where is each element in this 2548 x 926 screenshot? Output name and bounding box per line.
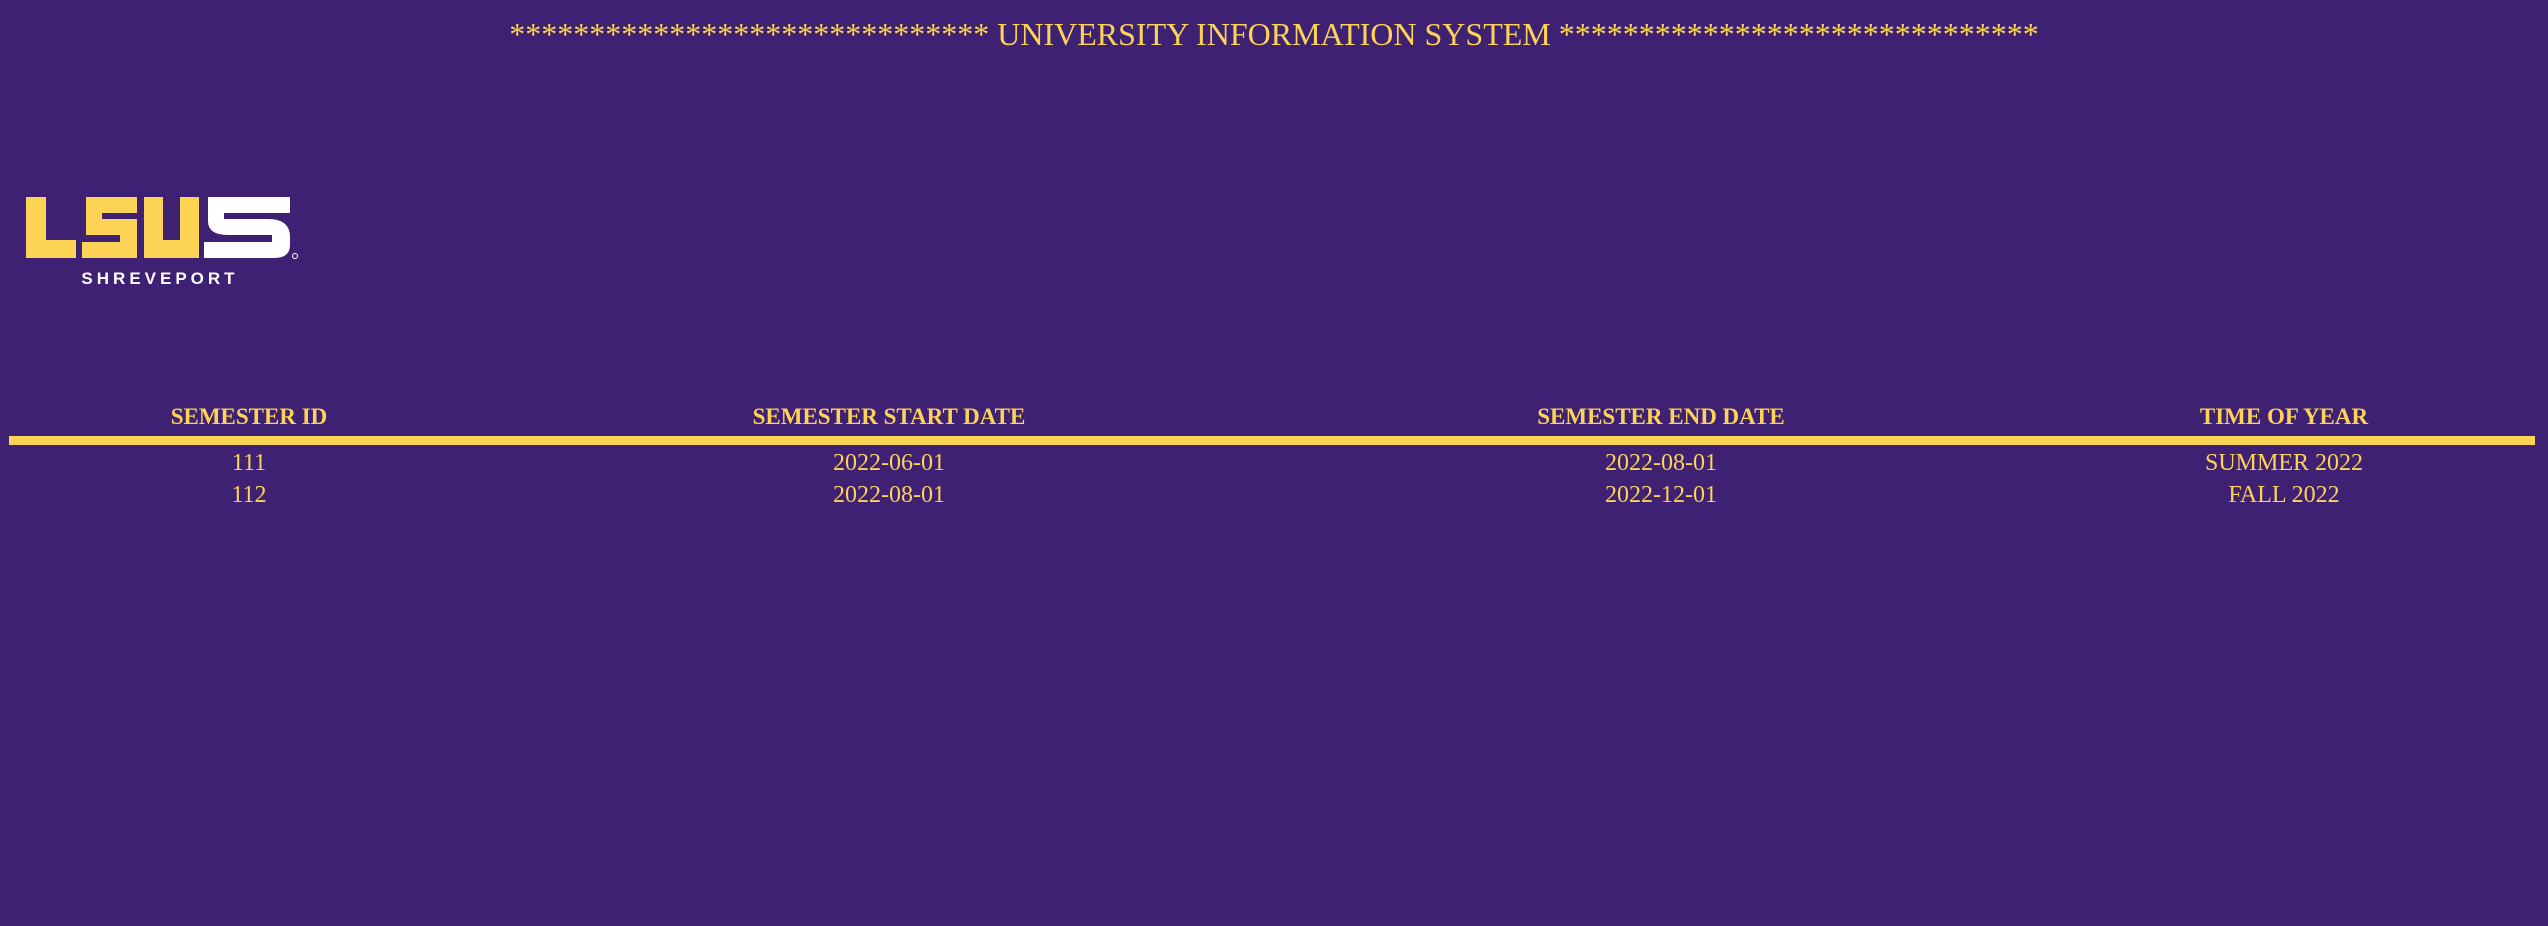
table-row: 111 2022-06-01 2022-08-01 SUMMER 2022 <box>9 441 2535 480</box>
column-header-semester-id: SEMESTER ID <box>9 398 489 445</box>
cell-end-date: 2022-12-01 <box>1605 482 1717 508</box>
logo-subtitle: SHREVEPORT <box>81 269 238 288</box>
cell-start-date: 2022-06-01 <box>833 450 945 476</box>
semester-table-header: SEMESTER ID SEMESTER START DATE SEMESTER… <box>9 398 2535 445</box>
header-row: SEMESTER ID SEMESTER START DATE SEMESTER… <box>9 398 2535 445</box>
semester-table: SEMESTER ID SEMESTER START DATE SEMESTER… <box>9 398 2535 511</box>
cell-start-date: 2022-08-01 <box>833 482 945 508</box>
cell-semester-id: 111 <box>231 450 267 476</box>
cell-semester-id: 112 <box>231 482 267 508</box>
table-row: 112 2022-08-01 2022-12-01 FALL 2022 <box>9 479 2535 511</box>
column-header-start-date: SEMESTER START DATE <box>489 398 1289 445</box>
cell-time-of-year: FALL 2022 <box>2228 482 2340 508</box>
page-title: ****************************** UNIVERSIT… <box>509 16 2039 52</box>
lsus-logo: SHREVEPORT <box>24 195 300 293</box>
cell-end-date: 2022-08-01 <box>1605 450 1717 476</box>
cell-time-of-year: SUMMER 2022 <box>2204 450 2364 476</box>
column-header-time-of-year: TIME OF YEAR <box>2033 398 2535 445</box>
column-header-end-date: SEMESTER END DATE <box>1289 398 2033 445</box>
semester-table-body: 111 2022-06-01 2022-08-01 SUMMER 2022 11… <box>9 441 2535 512</box>
